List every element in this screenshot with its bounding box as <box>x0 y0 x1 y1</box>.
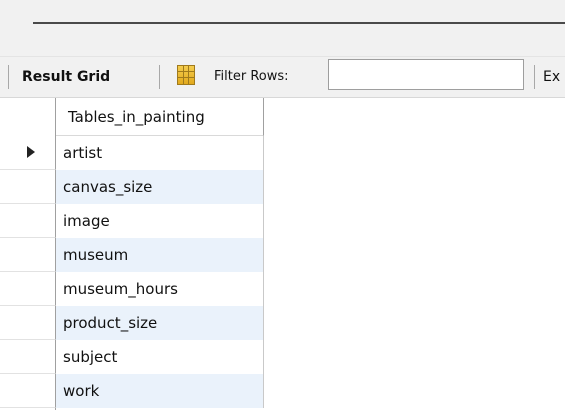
table-cell[interactable]: canvas_size <box>56 170 264 204</box>
current-row-arrow-icon <box>27 146 35 158</box>
table-row[interactable]: product_size <box>0 306 264 340</box>
row-gutter-cell[interactable] <box>0 306 56 340</box>
export-label[interactable]: Ex <box>543 69 560 85</box>
row-gutter-cell[interactable] <box>0 374 56 408</box>
row-gutter-cell[interactable] <box>0 272 56 306</box>
row-gutter-cell[interactable] <box>0 238 56 272</box>
divider-line <box>33 22 565 24</box>
toolbar-separator <box>159 65 160 89</box>
column-header[interactable]: Tables_in_painting <box>56 98 264 136</box>
table-cell[interactable]: artist <box>56 136 264 170</box>
toolbar-separator <box>534 65 535 89</box>
table-cell[interactable]: subject <box>56 340 264 374</box>
editor-top-area <box>0 0 565 56</box>
table-cell[interactable]: image <box>56 204 264 238</box>
table-cell[interactable]: museum_hours <box>56 272 264 306</box>
table-row[interactable]: image <box>0 204 264 238</box>
row-gutter-cell[interactable] <box>0 136 56 170</box>
row-gutter-cell[interactable] <box>0 204 56 238</box>
grid-icon[interactable] <box>177 65 195 85</box>
toolbar-separator <box>8 65 9 89</box>
table-cell[interactable]: museum <box>56 238 264 272</box>
result-grid-tab[interactable]: Result Grid <box>22 69 110 85</box>
filter-rows-label: Filter Rows: <box>214 69 289 84</box>
table-row[interactable]: subject <box>0 340 264 374</box>
table-row[interactable]: museum <box>0 238 264 272</box>
table-row[interactable]: canvas_size <box>0 170 264 204</box>
row-gutter-cell[interactable] <box>0 340 56 374</box>
row-gutter-cell[interactable] <box>0 170 56 204</box>
column-header-label: Tables_in_painting <box>68 108 205 126</box>
table-row[interactable]: museum_hours <box>0 272 264 306</box>
table-cell[interactable]: product_size <box>56 306 264 340</box>
filter-rows-input[interactable] <box>328 59 524 90</box>
table-row[interactable]: work <box>0 374 264 408</box>
table-cell[interactable]: work <box>56 374 264 408</box>
table-row[interactable]: artist <box>0 136 264 170</box>
